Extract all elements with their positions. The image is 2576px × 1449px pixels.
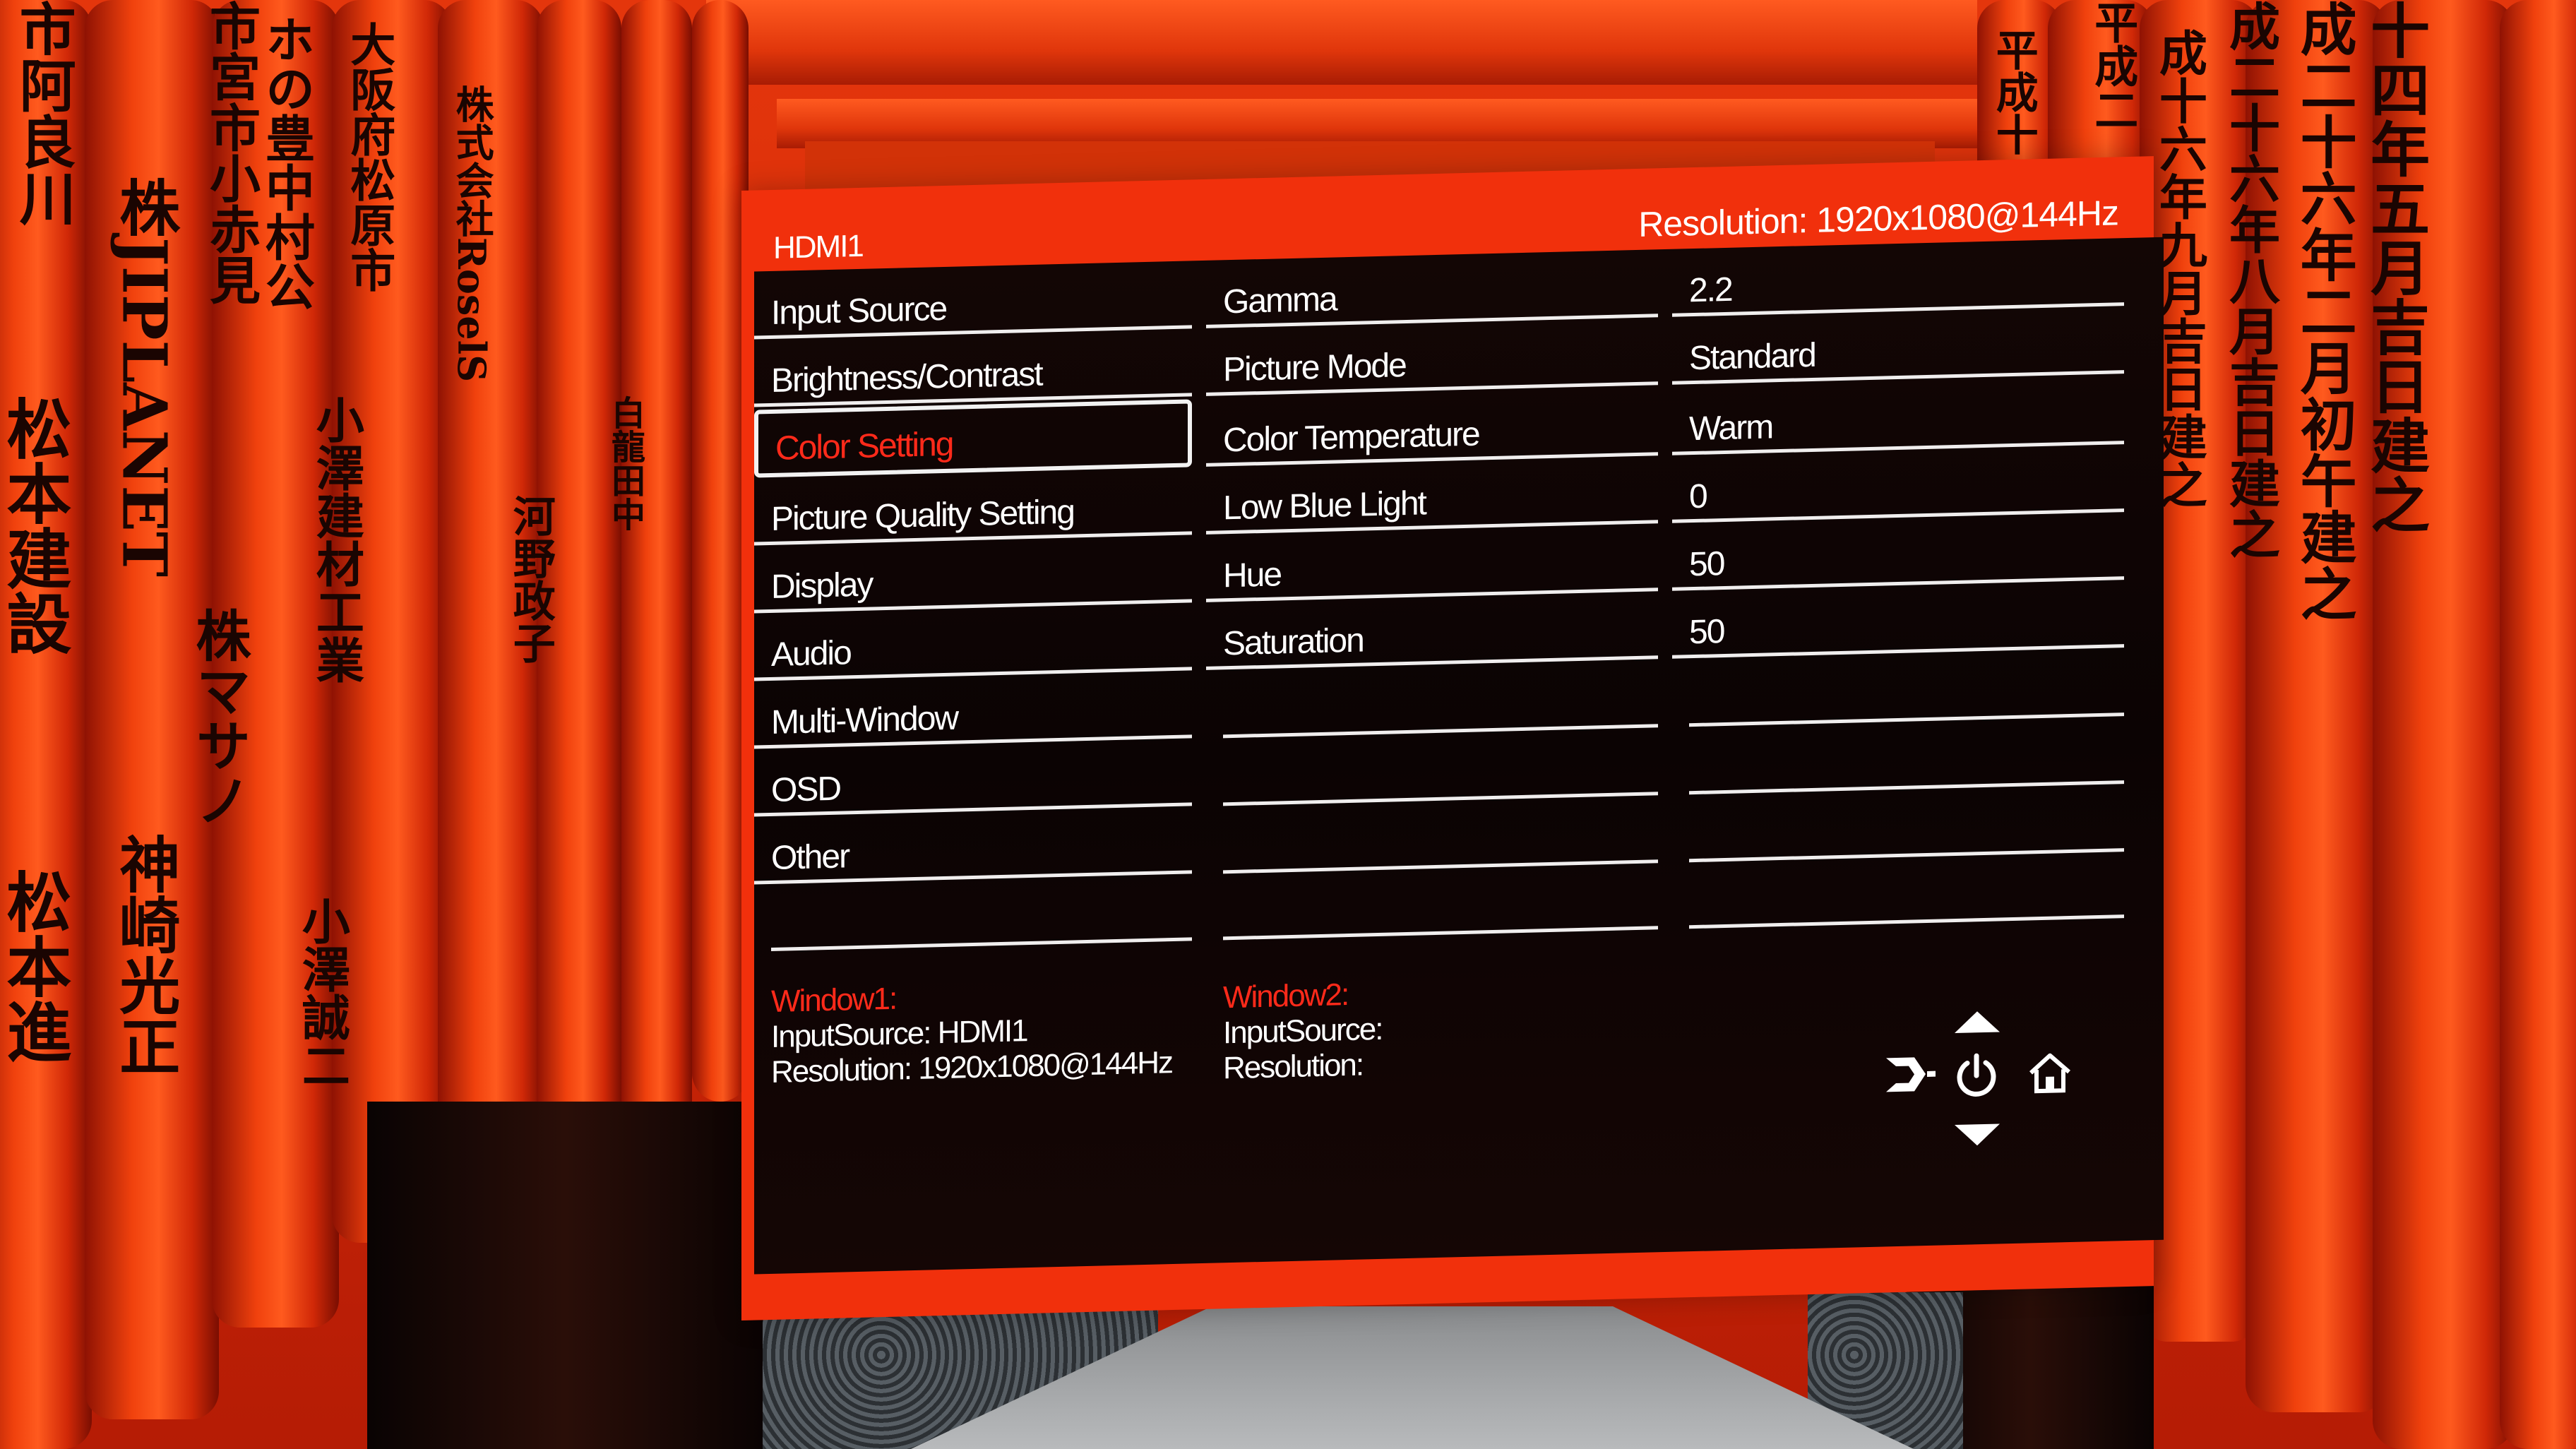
pillar-inscription: 松本進 bbox=[0, 869, 72, 1063]
setting-low-blue-light[interactable]: Low Blue Light bbox=[1206, 455, 1658, 535]
torii-pillar bbox=[621, 0, 692, 1130]
setting-saturation[interactable]: Saturation bbox=[1206, 591, 1658, 670]
value-saturation: 50 bbox=[1672, 580, 2124, 659]
torii-pillar bbox=[2500, 0, 2576, 1449]
resolution-label: Resolution: 1920x1080@144Hz bbox=[1638, 193, 2118, 244]
pillar-inscription: 平成十 bbox=[1988, 28, 2039, 155]
value-divider bbox=[1689, 780, 2124, 795]
home-icon[interactable] bbox=[2018, 1048, 2082, 1106]
menu-item-picture-quality-setting[interactable]: Picture Quality Setting bbox=[754, 467, 1192, 546]
pillar-inscription: 成二十六年二月初午建之 bbox=[2291, 0, 2358, 621]
menu-item-multi-window[interactable]: Multi-Window bbox=[754, 670, 1192, 749]
torii-beam bbox=[706, 0, 1977, 85]
pillar-inscription: 十四年五月吉日建之 bbox=[2361, 0, 2431, 534]
setting-gamma[interactable]: Gamma bbox=[1206, 249, 1658, 328]
value-gamma: 2.2 bbox=[1672, 238, 2124, 317]
menu-item-audio[interactable]: Audio bbox=[754, 602, 1192, 681]
setting-color-temperature[interactable]: Color Temperature bbox=[1206, 388, 1658, 467]
menu-item-input-source[interactable]: Input Source bbox=[754, 261, 1192, 340]
torii-pillar bbox=[692, 0, 749, 1102]
value-picture-mode: Standard bbox=[1672, 306, 2124, 385]
menu-item-osd[interactable]: OSD bbox=[754, 738, 1192, 817]
pillar-inscription: 株JIPLANET bbox=[108, 177, 180, 577]
setting-picture-mode[interactable]: Picture Mode bbox=[1206, 317, 1658, 396]
pillar-base bbox=[367, 1102, 763, 1449]
osd-menu: HDMI1 Resolution: 1920x1080@144Hz Input … bbox=[741, 156, 2164, 1320]
osd-body: Input Source Brightness/Contrast Color S… bbox=[754, 237, 2164, 1275]
pillar-inscription: 河野政子 bbox=[506, 494, 556, 664]
exit-icon[interactable] bbox=[1877, 1051, 1940, 1105]
pillar-inscription: 市宮市小赤見 bbox=[201, 0, 261, 305]
setting-divider bbox=[1223, 859, 1658, 874]
current-input-label: HDMI1 bbox=[773, 228, 863, 266]
value-color-temperature: Warm bbox=[1672, 376, 2124, 455]
pillar-inscription: 大阪府松原市 bbox=[342, 21, 396, 292]
pillar-inscription: 株マサノ bbox=[186, 607, 251, 828]
pillar-inscription: 平成二 bbox=[2087, 0, 2139, 131]
pillar-inscription: 白龍田中 bbox=[604, 395, 645, 531]
pillar-inscription: 神崎光正 bbox=[108, 833, 180, 1076]
setting-hue[interactable]: Hue bbox=[1206, 523, 1658, 602]
menu-item-color-setting[interactable]: Color Setting bbox=[754, 399, 1192, 478]
window2-info: Window2: InputSource: Resolution: bbox=[1223, 977, 1383, 1087]
menu-item-other[interactable]: Other bbox=[754, 806, 1192, 885]
menu-divider bbox=[771, 937, 1192, 951]
value-divider bbox=[1689, 712, 2124, 727]
down-arrow-icon[interactable] bbox=[1955, 1123, 2000, 1147]
value-hue: 50 bbox=[1672, 512, 2124, 591]
setting-divider bbox=[1223, 724, 1658, 739]
value-divider bbox=[1689, 914, 2124, 929]
pillar-inscription: 成二十六年八月吉日建之 bbox=[2220, 0, 2281, 559]
setting-divider bbox=[1223, 926, 1658, 941]
pillar-inscription: 小澤建材工業 bbox=[307, 395, 364, 684]
window2-title: Window2: bbox=[1223, 977, 1349, 1015]
power-icon[interactable] bbox=[1945, 1049, 2008, 1107]
pillar-inscription: 小澤誠二 bbox=[293, 897, 350, 1089]
pillar-inscription: ホの豊中村公 bbox=[257, 14, 316, 311]
window2-resolution: Resolution: bbox=[1223, 1047, 1364, 1086]
menu-item-display[interactable]: Display bbox=[754, 535, 1192, 614]
pillar-inscription: 市阿良川 bbox=[10, 0, 77, 226]
pillar-inscription: 松本建設 bbox=[0, 395, 72, 655]
pillar-inscription: 株式会社RoselS bbox=[449, 85, 495, 383]
value-divider bbox=[1689, 848, 2124, 863]
setting-divider bbox=[1223, 792, 1658, 806]
window2-input-source: InputSource: bbox=[1223, 1011, 1383, 1051]
value-low-blue-light: 0 bbox=[1672, 444, 2124, 523]
window1-info: Window1: InputSource: HDMI1 Resolution: … bbox=[771, 974, 1172, 1090]
up-arrow-icon[interactable] bbox=[1955, 1010, 2000, 1034]
menu-item-brightness-contrast[interactable]: Brightness/Contrast bbox=[754, 328, 1192, 407]
